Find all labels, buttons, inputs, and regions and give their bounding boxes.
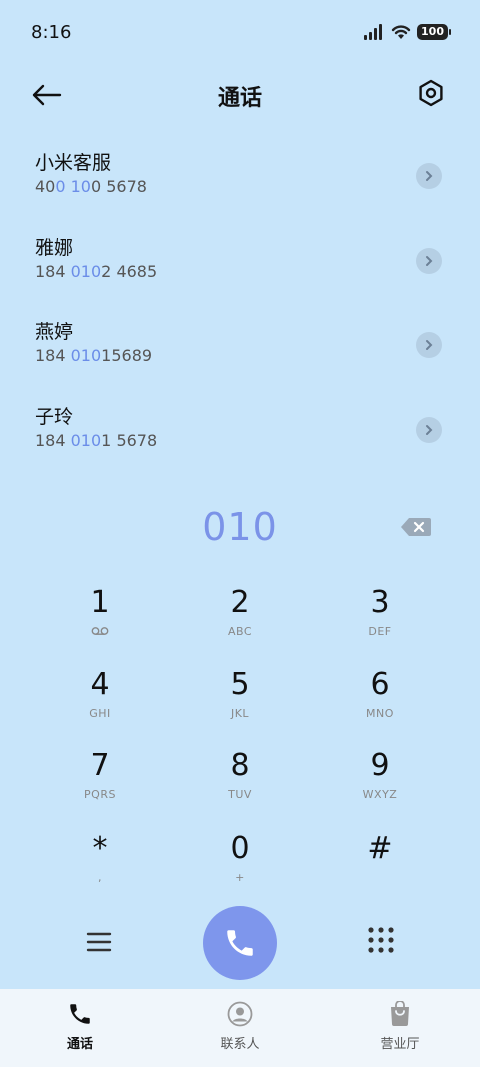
- menu-button[interactable]: [84, 927, 114, 957]
- contact-number: 184 01015689: [35, 346, 153, 365]
- key-digit: 4: [90, 667, 110, 702]
- key-letters: DEF: [368, 625, 392, 638]
- key-9[interactable]: 9 WXYZ: [310, 743, 450, 823]
- contact-item[interactable]: 子玲 184 0101 5678: [0, 391, 480, 476]
- voicemail-icon: [30, 626, 170, 639]
- chevron-right-icon: [426, 340, 433, 350]
- contact-detail-button[interactable]: [416, 416, 442, 443]
- key-digit: 1: [90, 585, 110, 620]
- page-title: 通话: [217, 86, 262, 111]
- contact-name: 小米客服: [35, 152, 112, 174]
- contact-name: 雅娜: [35, 236, 74, 259]
- contact-name: 子玲: [35, 405, 74, 428]
- key-letters: MNO: [366, 707, 394, 720]
- key-3[interactable]: 3 DEF: [310, 580, 450, 660]
- key-8[interactable]: 8 TUV: [170, 743, 310, 823]
- key-digit: 8: [230, 748, 250, 783]
- key-0[interactable]: 0 +: [170, 826, 310, 906]
- backspace-icon: [401, 518, 431, 536]
- key-digit: 7: [90, 748, 110, 783]
- key-letters: WXYZ: [362, 788, 398, 801]
- key-letters: GHI: [89, 707, 111, 720]
- key-digit: 9: [370, 748, 390, 783]
- key-6[interactable]: 6 MNO: [310, 662, 450, 742]
- backspace-button[interactable]: [400, 516, 432, 538]
- tab-label: 通话: [66, 1037, 93, 1052]
- key-letters: +: [235, 871, 245, 884]
- person-icon: [227, 1001, 253, 1027]
- tab-service-hall[interactable]: 营业厅: [320, 989, 480, 1067]
- contact-item[interactable]: 小米客服 400 100 5678: [0, 137, 480, 222]
- contact-item[interactable]: 雅娜 184 0102 4685: [0, 222, 480, 307]
- phone-icon: [70, 1004, 90, 1024]
- key-digit: #: [367, 831, 393, 866]
- contact-name: 燕婷: [35, 321, 74, 343]
- menu-icon: [86, 932, 112, 952]
- key-hash[interactable]: #: [310, 826, 450, 906]
- key-2[interactable]: 2 ABC: [170, 580, 310, 660]
- header: 通话: [0, 68, 480, 122]
- phone-icon: [227, 930, 253, 956]
- dialpad-grid-icon: [368, 927, 394, 953]
- hexagon-settings-icon: [419, 79, 443, 107]
- battery-indicator: 100: [417, 24, 451, 40]
- key-letters: ABC: [227, 625, 253, 638]
- tab-label: 营业厅: [380, 1037, 420, 1052]
- contact-detail-button[interactable]: [416, 247, 442, 274]
- chevron-right-icon: [426, 255, 433, 266]
- key-7[interactable]: 7 PQRS: [30, 743, 170, 823]
- shopping-bag-icon: [391, 1001, 409, 1026]
- key-5[interactable]: 5 JKL: [170, 662, 310, 742]
- key-letters: TUV: [228, 788, 252, 801]
- contact-detail-button[interactable]: [416, 163, 442, 189]
- dial-display: 010: [0, 500, 480, 556]
- key-star[interactable]: * ,: [30, 826, 170, 906]
- key-letters: PQRS: [84, 788, 116, 801]
- chevron-right-icon: [426, 424, 433, 435]
- key-1[interactable]: 1: [30, 580, 170, 660]
- call-button[interactable]: [203, 906, 277, 980]
- key-letters: JKL: [230, 707, 250, 720]
- key-4[interactable]: 4 GHI: [30, 662, 170, 742]
- bottom-navigation: 通话 联系人 营业厅: [0, 989, 480, 1067]
- key-letters: ,: [98, 871, 102, 884]
- tab-calls[interactable]: 通话: [0, 989, 160, 1067]
- contact-number: 184 0101 5678: [35, 430, 158, 450]
- tab-contacts[interactable]: 联系人: [160, 989, 320, 1067]
- status-bar: 8:16 100: [0, 0, 480, 68]
- chevron-right-icon: [426, 171, 433, 181]
- contact-number: 184 0102 4685: [35, 261, 158, 281]
- key-digit: 2: [230, 585, 250, 620]
- status-icons: 100: [363, 24, 451, 40]
- contact-item[interactable]: 燕婷 184 01015689: [0, 306, 480, 391]
- wifi-icon: [391, 25, 411, 39]
- status-time: 8:16: [31, 22, 72, 43]
- signal-icon: [364, 24, 383, 40]
- key-digit: *: [92, 831, 108, 866]
- key-digit: 5: [230, 667, 250, 702]
- contact-number: 400 100 5678: [35, 177, 147, 196]
- key-digit: 6: [370, 667, 390, 702]
- key-digit: 3: [370, 585, 390, 620]
- keypad-toggle-button[interactable]: [366, 925, 396, 955]
- dialer-action-row: [0, 905, 480, 981]
- tab-label: 联系人: [220, 1037, 260, 1052]
- dialed-number: 010: [202, 505, 278, 549]
- contact-suggestion-list: 小米客服 400 100 5678 雅娜 184 0102 4685 燕婷 18…: [0, 137, 480, 475]
- contact-detail-button[interactable]: [416, 332, 442, 358]
- key-digit: 0: [230, 831, 250, 866]
- settings-button[interactable]: [416, 78, 448, 110]
